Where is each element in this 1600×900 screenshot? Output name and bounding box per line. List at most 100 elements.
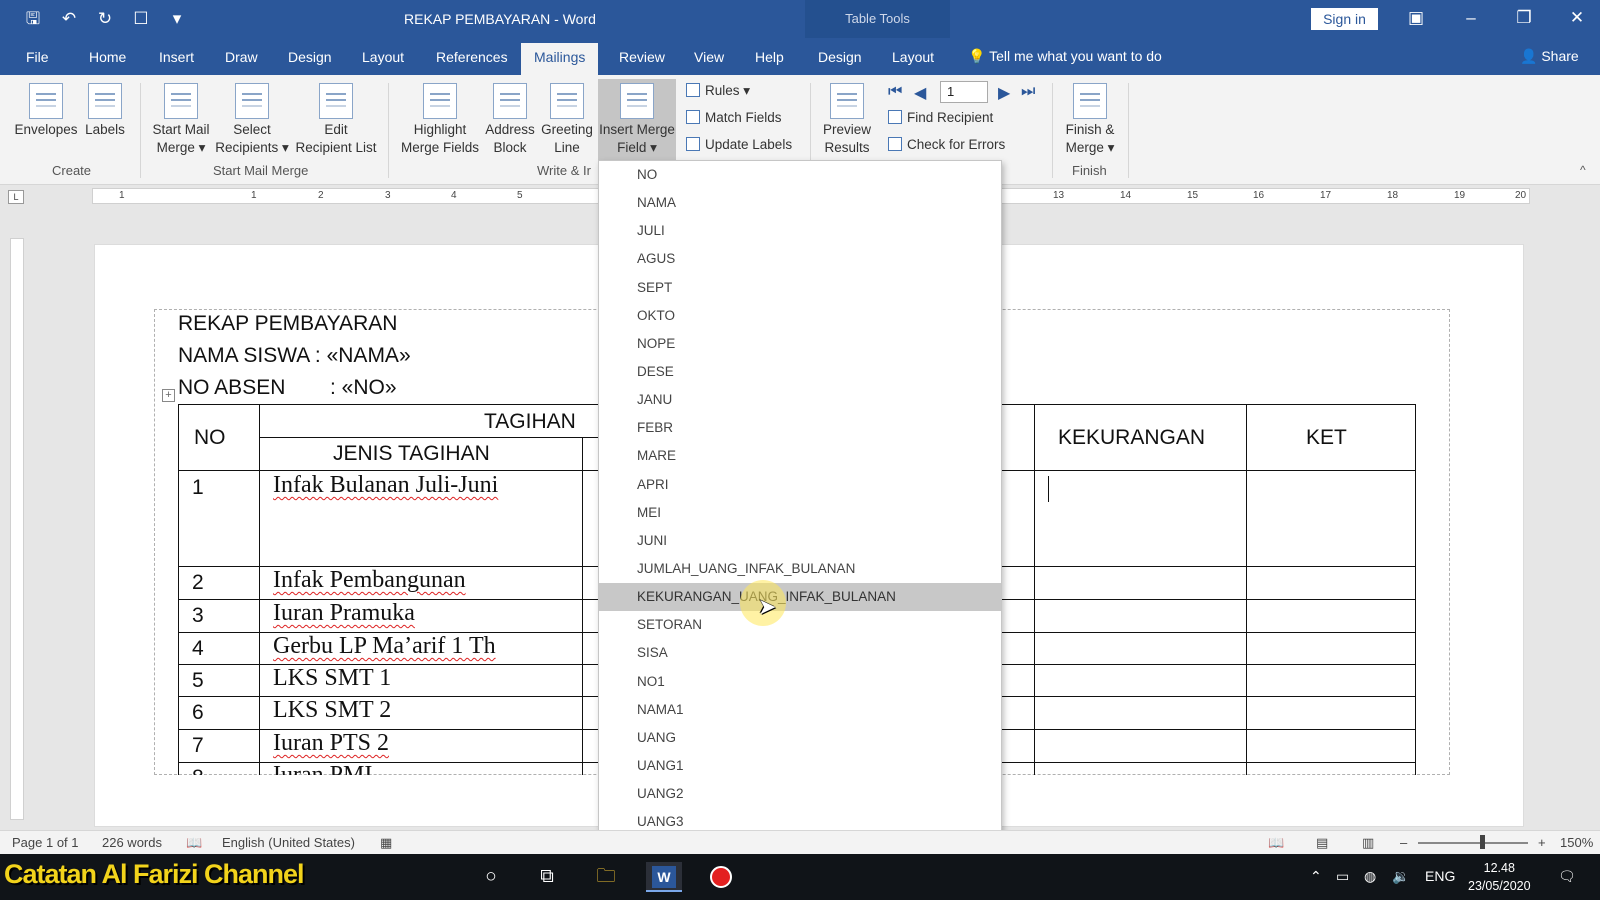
vertical-ruler[interactable]: [10, 238, 24, 820]
page-count[interactable]: Page 1 of 1: [12, 835, 79, 850]
update-labels-button[interactable]: Update Labels: [686, 137, 792, 152]
tab-table-layout[interactable]: Layout: [892, 49, 934, 65]
merge-field-item[interactable]: SISA: [599, 639, 1001, 667]
merge-field-item[interactable]: JANU: [599, 386, 1001, 414]
tab-view[interactable]: View: [694, 49, 724, 65]
tab-home[interactable]: Home: [89, 49, 126, 65]
share-button[interactable]: 👤 Share: [1520, 48, 1579, 65]
finish-merge-button[interactable]: Finish & Merge ▾: [1058, 83, 1122, 157]
word-app-icon[interactable]: W: [646, 862, 682, 892]
print-layout-icon[interactable]: ▤: [1316, 835, 1328, 851]
notifications-icon[interactable]: 🗨: [1558, 868, 1576, 885]
tab-design[interactable]: Design: [288, 49, 332, 65]
merge-field-item[interactable]: DESE: [599, 358, 1001, 386]
first-record-icon[interactable]: ⏮: [888, 83, 902, 101]
restore-icon[interactable]: ❐: [1510, 6, 1538, 30]
insert-merge-field-menu[interactable]: NO NAMA JULI AGUS SEPT OKTO NOPE DESE JANU FEBR MA…: [598, 160, 1002, 847]
network-icon[interactable]: ◍: [1364, 868, 1376, 885]
merge-field-item[interactable]: AGUS: [599, 245, 1001, 273]
language-indicator[interactable]: English (United States): [222, 835, 355, 850]
zoom-slider[interactable]: [1418, 842, 1528, 844]
edit-recipient-list-button[interactable]: Edit Recipient List: [292, 83, 380, 157]
screen-recorder-icon[interactable]: [703, 862, 739, 892]
rules-button[interactable]: Rules ▾: [686, 83, 750, 99]
insert-merge-field-button[interactable]: Insert Merge Field ▾: [598, 79, 676, 161]
volume-icon[interactable]: 🔉: [1392, 868, 1409, 885]
highlight-merge-fields-button[interactable]: Highlight Merge Fields: [398, 83, 482, 157]
start-mail-merge-button[interactable]: Start Mail Merge ▾: [146, 83, 216, 157]
clock[interactable]: 12.48 23/05/2020: [1468, 859, 1531, 895]
record-number-input[interactable]: 1: [940, 81, 988, 103]
address-block-button[interactable]: Address Block: [482, 83, 538, 157]
labels-button[interactable]: Labels: [80, 83, 130, 139]
save-icon[interactable]: 🖫: [22, 8, 44, 30]
find-recipient-button[interactable]: Find Recipient: [888, 110, 993, 125]
next-record-icon[interactable]: ▶: [998, 83, 1010, 103]
sign-in-button[interactable]: Sign in: [1311, 8, 1378, 30]
last-record-icon[interactable]: ⏭: [1021, 83, 1035, 101]
task-view-icon[interactable]: ⧉: [529, 862, 565, 892]
read-mode-icon[interactable]: 📖: [1268, 835, 1284, 851]
zoom-in-icon[interactable]: +: [1538, 835, 1546, 850]
proofing-icon[interactable]: 📖: [186, 835, 202, 851]
merge-field-item[interactable]: JULI: [599, 217, 1001, 245]
redo-icon[interactable]: ↻: [94, 8, 116, 30]
tab-selector[interactable]: L: [8, 190, 24, 204]
merge-field-item[interactable]: SETORAN: [599, 611, 1001, 639]
envelopes-button[interactable]: Envelopes: [14, 83, 78, 139]
select-recipients-button[interactable]: Select Recipients ▾: [214, 83, 290, 157]
tell-me-search[interactable]: 💡 Tell me what you want to do: [968, 48, 1162, 65]
tab-review[interactable]: Review: [619, 49, 665, 65]
merge-field-item[interactable]: UANG2: [599, 780, 1001, 808]
merge-field-item[interactable]: JUMLAH_UANG_INFAK_BULANAN: [599, 555, 1001, 583]
merge-field-item[interactable]: KEKURANGAN_UANG_INFAK_BULANAN: [599, 583, 1001, 612]
merge-field-item[interactable]: FEBR: [599, 414, 1001, 442]
merge-field-item[interactable]: NOPE: [599, 330, 1001, 358]
web-layout-icon[interactable]: ▥: [1362, 835, 1374, 851]
word-count[interactable]: 226 words: [102, 835, 162, 850]
tab-insert[interactable]: Insert: [159, 49, 194, 65]
merge-field-item[interactable]: SEPT: [599, 274, 1001, 302]
merge-field-item[interactable]: MARE: [599, 442, 1001, 470]
tab-table-design[interactable]: Design: [818, 49, 862, 65]
input-language[interactable]: ENG: [1425, 868, 1455, 884]
macro-icon[interactable]: ▦: [380, 835, 392, 851]
merge-field-item[interactable]: NO: [599, 161, 1001, 189]
merge-field-item[interactable]: APRI: [599, 471, 1001, 499]
ribbon-display-icon[interactable]: ▣: [1402, 6, 1430, 30]
file-explorer-icon[interactable]: 🗀: [588, 862, 624, 892]
tab-layout[interactable]: Layout: [362, 49, 404, 65]
check-for-errors-button[interactable]: Check for Errors: [888, 137, 1005, 152]
merge-field-item[interactable]: MEI: [599, 499, 1001, 527]
customize-qat-icon[interactable]: ▾: [166, 8, 188, 30]
match-fields-button[interactable]: Match Fields: [686, 110, 782, 125]
tab-mailings[interactable]: Mailings: [521, 43, 599, 75]
merge-field-item[interactable]: NO1: [599, 668, 1001, 696]
merge-field-item[interactable]: OKTO: [599, 302, 1001, 330]
text-cursor: [1048, 476, 1049, 502]
show-hidden-icons-icon[interactable]: ⌃: [1310, 868, 1322, 885]
collapse-ribbon-icon[interactable]: ^: [1580, 163, 1586, 177]
undo-icon[interactable]: ↶: [58, 8, 80, 30]
tab-references[interactable]: References: [436, 49, 508, 65]
zoom-level[interactable]: 150%: [1560, 835, 1593, 850]
previous-record-icon[interactable]: ◀: [914, 83, 926, 103]
zoom-out-icon[interactable]: –: [1400, 835, 1407, 850]
preview-results-button[interactable]: Preview Results: [816, 83, 878, 157]
close-icon[interactable]: ✕: [1563, 6, 1591, 30]
merge-field-item[interactable]: UANG1: [599, 752, 1001, 780]
zoom-slider-handle[interactable]: [1480, 835, 1485, 849]
merge-field-item[interactable]: UANG: [599, 724, 1001, 752]
greeting-line-button[interactable]: Greeting Line: [538, 83, 596, 157]
merge-field-item[interactable]: NAMA1: [599, 696, 1001, 724]
merge-field-item[interactable]: NAMA: [599, 189, 1001, 217]
cortana-icon[interactable]: ○: [473, 862, 509, 892]
merge-field-item[interactable]: JUNI: [599, 527, 1001, 555]
tab-help[interactable]: Help: [755, 49, 784, 65]
tab-draw[interactable]: Draw: [225, 49, 258, 65]
battery-icon[interactable]: ▭: [1336, 868, 1349, 885]
tab-file[interactable]: File: [26, 49, 49, 65]
table-move-handle[interactable]: +: [162, 389, 175, 402]
minimize-icon[interactable]: –: [1457, 6, 1485, 30]
touch-mode-icon[interactable]: ☐: [130, 8, 152, 30]
